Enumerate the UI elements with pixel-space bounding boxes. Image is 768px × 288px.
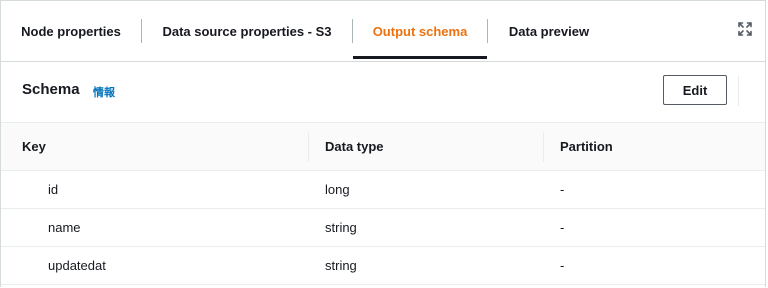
tab-label: Output schema — [372, 23, 468, 39]
cell-data-type: long — [308, 170, 543, 209]
table-header-row: Key Data type Partition — [1, 123, 765, 171]
column-header-label: Data type — [308, 131, 543, 162]
cell-partition: - — [543, 170, 765, 209]
tab-label: Data source properties - S3 — [162, 23, 332, 39]
cell-data-type: string — [308, 208, 543, 247]
cell-data-type: string — [308, 246, 543, 285]
table-row: name string - — [1, 208, 765, 247]
tab-node-properties[interactable]: Node properties — [1, 1, 141, 61]
tab-label: Data preview — [508, 23, 590, 39]
column-header-data-type: Data type — [308, 123, 543, 171]
column-header-partition: Partition — [543, 123, 765, 171]
expand-arrows-icon[interactable] — [737, 21, 753, 37]
cell-key: updatedat — [1, 246, 308, 285]
table-row: updatedat string - — [1, 246, 765, 285]
info-link[interactable]: 情報 — [93, 84, 115, 100]
tab-label: Node properties — [21, 23, 121, 39]
column-header-label: Partition — [543, 131, 765, 162]
column-header-key: Key — [1, 123, 308, 171]
tab-data-preview[interactable]: Data preview — [488, 1, 610, 61]
column-header-label: Key — [22, 139, 46, 154]
tab-bar: Node properties Data source properties -… — [1, 1, 765, 62]
edit-button[interactable]: Edit — [663, 75, 727, 105]
output-schema-panel: Node properties Data source properties -… — [0, 0, 766, 287]
tab-data-source-properties[interactable]: Data source properties - S3 — [142, 1, 352, 61]
schema-table: Key Data type Partition id long - name s… — [1, 123, 765, 285]
cell-key: name — [1, 208, 308, 247]
header-divider — [738, 76, 739, 106]
cell-partition: - — [543, 208, 765, 247]
schema-title: Schema — [22, 81, 80, 98]
table-row: id long - — [1, 170, 765, 209]
schema-header: Schema 情報 Edit — [1, 62, 765, 123]
cell-partition: - — [543, 246, 765, 285]
cell-key: id — [1, 170, 308, 209]
tab-output-schema[interactable]: Output schema — [353, 1, 487, 61]
